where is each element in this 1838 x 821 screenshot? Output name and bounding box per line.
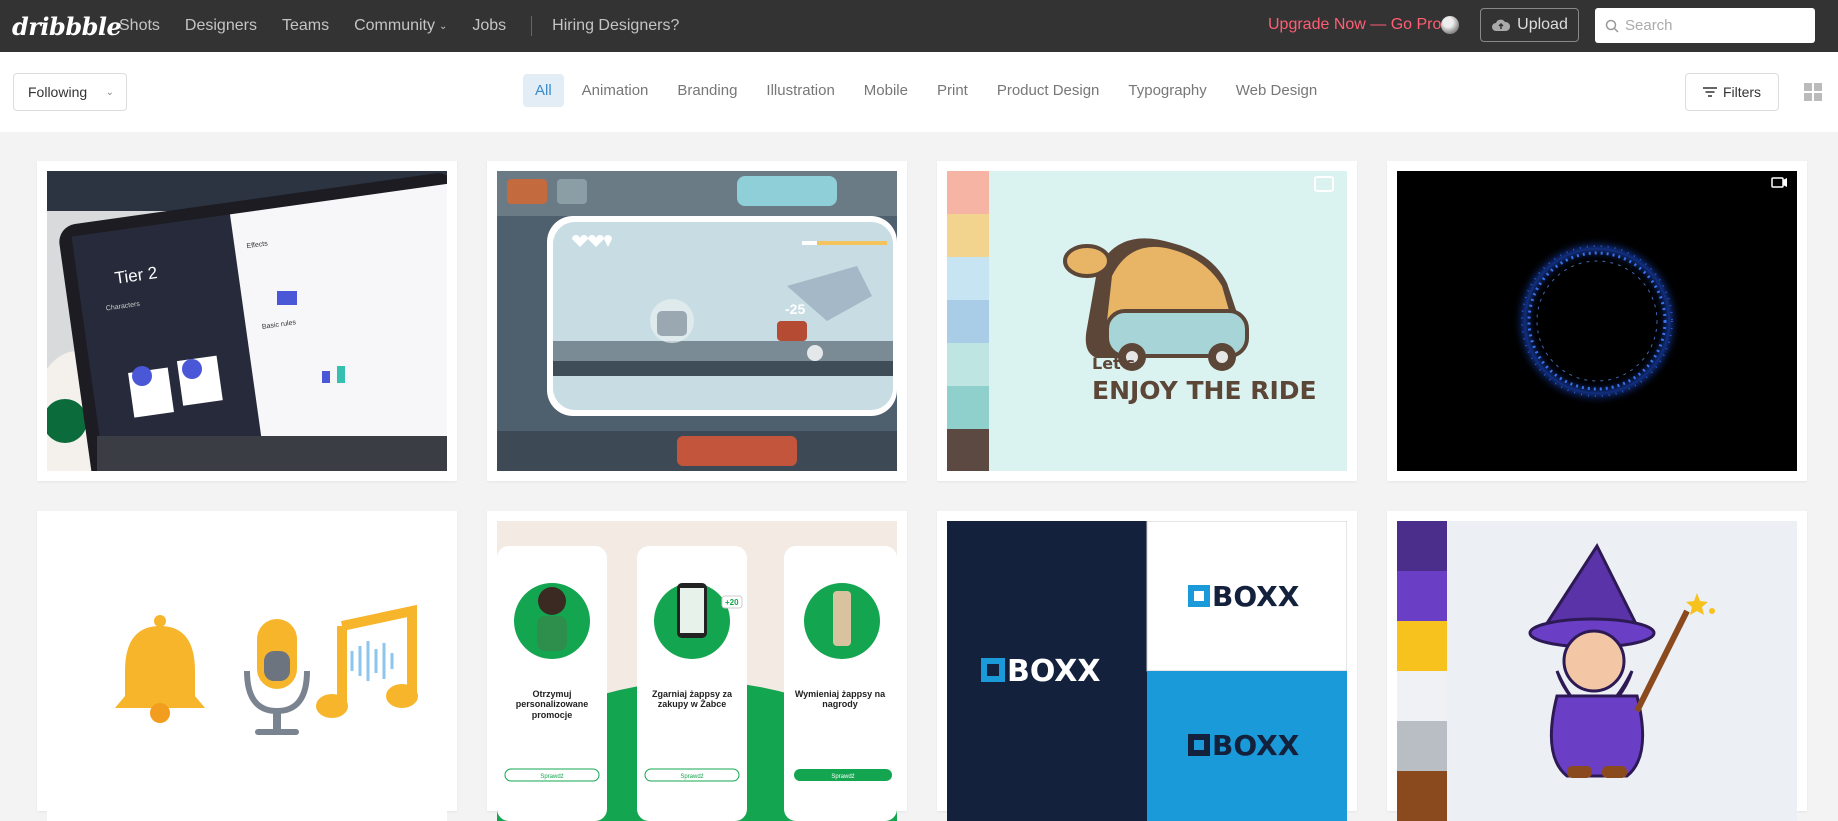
shot-card[interactable]: +20 Otrzymuj personalizowane promocje Zg… (487, 511, 907, 821)
nav-designers[interactable]: Designers (185, 17, 257, 35)
search-box[interactable] (1595, 8, 1815, 43)
shot-card[interactable] (1387, 511, 1807, 821)
tab-animation[interactable]: Animation (571, 74, 660, 107)
nav-shots[interactable]: Shots (119, 17, 160, 35)
shot-thumbnail[interactable]: -25 (497, 171, 897, 471)
dog-car-logo-image: Let's ENJOY THE RIDE (947, 171, 1347, 471)
shot-card[interactable] (37, 511, 457, 821)
nav-hiring-designers[interactable]: Hiring Designers? (552, 17, 679, 35)
tab-web-design[interactable]: Web Design (1225, 74, 1328, 107)
glowing-ring-image (1397, 171, 1797, 471)
points-badge: +20 (725, 598, 739, 607)
mobile-app-screens-image: +20 Otrzymuj personalizowane promocje Zg… (497, 521, 897, 821)
shot-card[interactable] (1387, 161, 1807, 481)
nav-community[interactable]: Community ⌄ (354, 17, 447, 35)
shot-thumbnail[interactable] (1397, 521, 1797, 821)
upload-label: Upload (1517, 16, 1568, 33)
following-dropdown[interactable]: Following ⌄ (13, 73, 127, 111)
filter-icon (1702, 87, 1717, 97)
nav-community-label: Community (354, 17, 435, 34)
upload-button[interactable]: Upload (1480, 8, 1579, 42)
tab-illustration[interactable]: Illustration (755, 74, 845, 107)
game-scene-image: -25 (497, 171, 897, 471)
main-nav: Shots Designers Teams Community ⌄ Jobs Hi… (119, 0, 704, 52)
shot-thumbnail[interactable] (1397, 171, 1797, 471)
wizard-character-image (1397, 521, 1797, 821)
tab-all[interactable]: All (523, 74, 564, 107)
nav-teams[interactable]: Teams (282, 17, 329, 35)
search-input[interactable] (1625, 17, 1805, 34)
avatar[interactable] (1441, 16, 1459, 34)
shot-tagline-large: ENJOY THE RIDE (1092, 376, 1317, 405)
shot-thumbnail[interactable]: Tier 2 Characters Effects Basic rules (47, 171, 447, 471)
shot-card[interactable]: Let's ENJOY THE RIDE (937, 161, 1357, 481)
nav-jobs[interactable]: Jobs (472, 17, 506, 35)
shot-card[interactable]: BOXX BOXX BOXX (937, 511, 1357, 821)
filter-bar: Following ⌄ All Animation Branding Illus… (0, 52, 1838, 132)
damage-number: -25 (785, 301, 805, 317)
shot-thumbnail[interactable]: +20 Otrzymuj personalizowane promocje Zg… (497, 521, 897, 821)
brand-logo-text: BOXX (1007, 654, 1101, 689)
search-icon (1605, 19, 1619, 33)
tab-print[interactable]: Print (926, 74, 979, 107)
grid-view-icon[interactable] (1804, 83, 1822, 101)
following-label: Following (28, 84, 88, 100)
category-tabs: All Animation Branding Illustration Mobi… (523, 74, 1335, 107)
chevron-down-icon: ⌄ (438, 20, 448, 32)
svg-text:Sprawdź: Sprawdź (831, 774, 854, 780)
svg-text:Sprawdź: Sprawdź (540, 774, 563, 780)
filters-button[interactable]: Filters (1685, 73, 1779, 111)
boxx-branding-image: BOXX BOXX BOXX (947, 521, 1347, 821)
nav-divider (531, 16, 533, 36)
dribbble-logo[interactable]: dribbble (12, 12, 122, 41)
filters-label: Filters (1722, 84, 1762, 100)
tab-branding[interactable]: Branding (666, 74, 748, 107)
svg-text:Sprawdź: Sprawdź (680, 774, 703, 780)
tab-typography[interactable]: Typography (1117, 74, 1217, 107)
3d-icons-image (47, 521, 447, 821)
top-navbar: dribbble Shots Designers Teams Community… (0, 0, 1838, 52)
tab-product-design[interactable]: Product Design (986, 74, 1111, 107)
shot-tagline-small: Let's (1092, 354, 1135, 373)
svg-text:BOXX: BOXX (1212, 729, 1300, 762)
tablet-mockup-image: Tier 2 Characters Effects Basic rules (47, 171, 447, 471)
tab-mobile[interactable]: Mobile (853, 74, 919, 107)
svg-text:BOXX: BOXX (1212, 580, 1300, 613)
shot-thumbnail[interactable] (47, 521, 447, 821)
shot-card[interactable]: Tier 2 Characters Effects Basic rules (37, 161, 457, 481)
upgrade-pro-link[interactable]: Upgrade Now — Go Pro (1268, 16, 1441, 34)
shot-thumbnail[interactable]: Let's ENJOY THE RIDE (947, 171, 1347, 471)
shot-thumbnail[interactable]: BOXX BOXX BOXX (947, 521, 1347, 821)
shot-card[interactable]: -25 (487, 161, 907, 481)
chevron-down-icon: ⌄ (105, 86, 114, 98)
cloud-upload-icon (1492, 19, 1511, 31)
